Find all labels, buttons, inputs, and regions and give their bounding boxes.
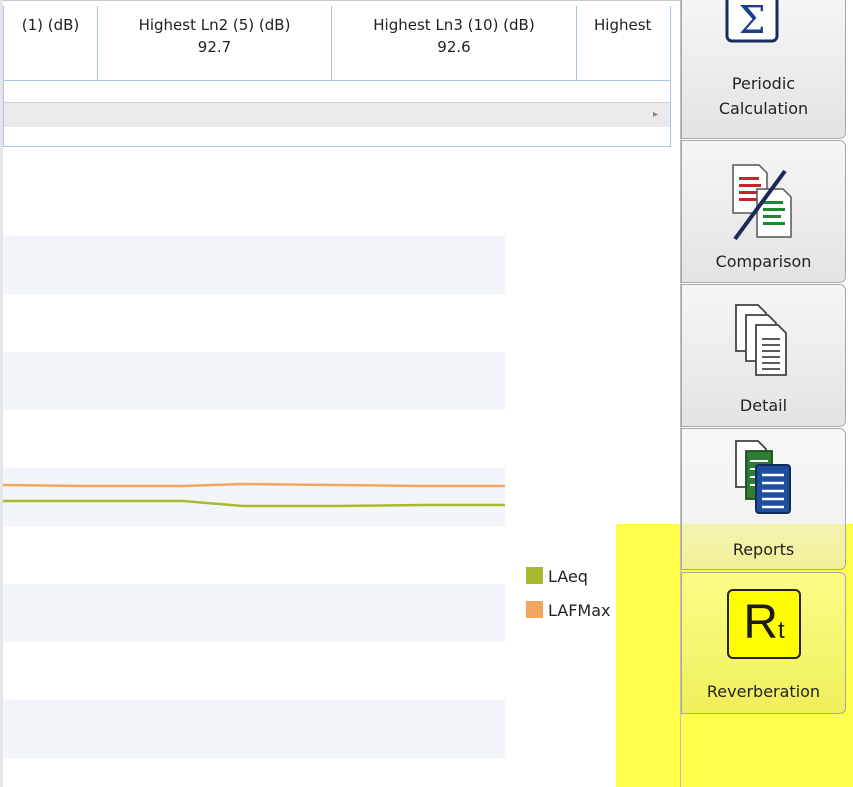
legend-swatch-lafmax bbox=[526, 601, 543, 618]
column-header-ln4[interactable]: Highest bbox=[577, 6, 670, 80]
cell-value: 92.6 bbox=[437, 38, 471, 56]
legend-label: LAFMax bbox=[548, 601, 611, 620]
column-header-label: Highest Ln3 (10) (dB) bbox=[373, 16, 535, 34]
legend-item-laeq: LAeq bbox=[526, 566, 611, 600]
reports-icon bbox=[735, 440, 791, 514]
reverberation-icon-letter: R bbox=[743, 596, 778, 649]
sigma-icon: Σ bbox=[725, 0, 779, 43]
comparison-label: Comparison bbox=[715, 252, 812, 271]
reverberation-icon-subscript: t bbox=[778, 617, 785, 644]
reports-button[interactable]: Reports bbox=[681, 428, 846, 570]
column-header-label: (1) (dB) bbox=[21, 16, 80, 34]
compare-documents-icon bbox=[732, 164, 792, 241]
statistics-table: (1) (dB) Highest Ln2 (5) (dB) 92.7 Highe… bbox=[3, 6, 671, 147]
chart-legend: LAeq LAFMax bbox=[526, 566, 611, 634]
table-header-row: (1) (dB) Highest Ln2 (5) (dB) 92.7 Highe… bbox=[4, 6, 670, 81]
svg-text:Σ: Σ bbox=[739, 0, 766, 42]
horizontal-scrollbar[interactable]: ▸ bbox=[4, 102, 670, 127]
series-line-laeq bbox=[3, 499, 505, 508]
reverberation-button[interactable]: Rt Reverberation bbox=[681, 572, 846, 714]
detail-button[interactable]: Detail bbox=[681, 284, 846, 427]
legend-swatch-laeq bbox=[526, 567, 543, 584]
column-header-label: Highest Ln2 (5) (dB) bbox=[138, 16, 291, 34]
series-line-lafmax bbox=[3, 482, 505, 488]
column-header-ln3[interactable]: Highest Ln3 (10) (dB) 92.6 bbox=[332, 6, 577, 80]
right-toolbar: Σ Periodic Calculation Comparison Detail… bbox=[681, 0, 853, 787]
reverberation-label: Reverberation bbox=[706, 682, 821, 701]
detail-label: Detail bbox=[739, 396, 788, 415]
chart-grid-band bbox=[3, 236, 505, 294]
reverberation-icon: Rt bbox=[727, 589, 801, 659]
chart-grid-band bbox=[3, 700, 505, 758]
column-header-label: Highest bbox=[594, 16, 652, 34]
chart-grid-band bbox=[3, 352, 505, 410]
scroll-right-icon[interactable]: ▸ bbox=[653, 109, 658, 120]
column-header-ln2[interactable]: Highest Ln2 (5) (dB) 92.7 bbox=[98, 6, 332, 80]
chart-grid-band bbox=[3, 584, 505, 642]
column-header-ln1[interactable]: (1) (dB) bbox=[4, 6, 98, 80]
legend-label: LAeq bbox=[548, 567, 588, 586]
trend-chart bbox=[3, 482, 505, 508]
periodic-calculation-button[interactable]: Σ Periodic Calculation bbox=[681, 0, 846, 139]
comparison-button[interactable]: Comparison bbox=[681, 140, 846, 283]
periodic-label-line2: Calculation bbox=[718, 99, 809, 118]
cell-value: 92.7 bbox=[197, 38, 232, 56]
documents-stack-icon bbox=[735, 304, 787, 376]
reports-label: Reports bbox=[732, 540, 795, 559]
periodic-label-line1: Periodic bbox=[731, 74, 796, 93]
legend-item-lafmax: LAFMax bbox=[526, 600, 611, 634]
